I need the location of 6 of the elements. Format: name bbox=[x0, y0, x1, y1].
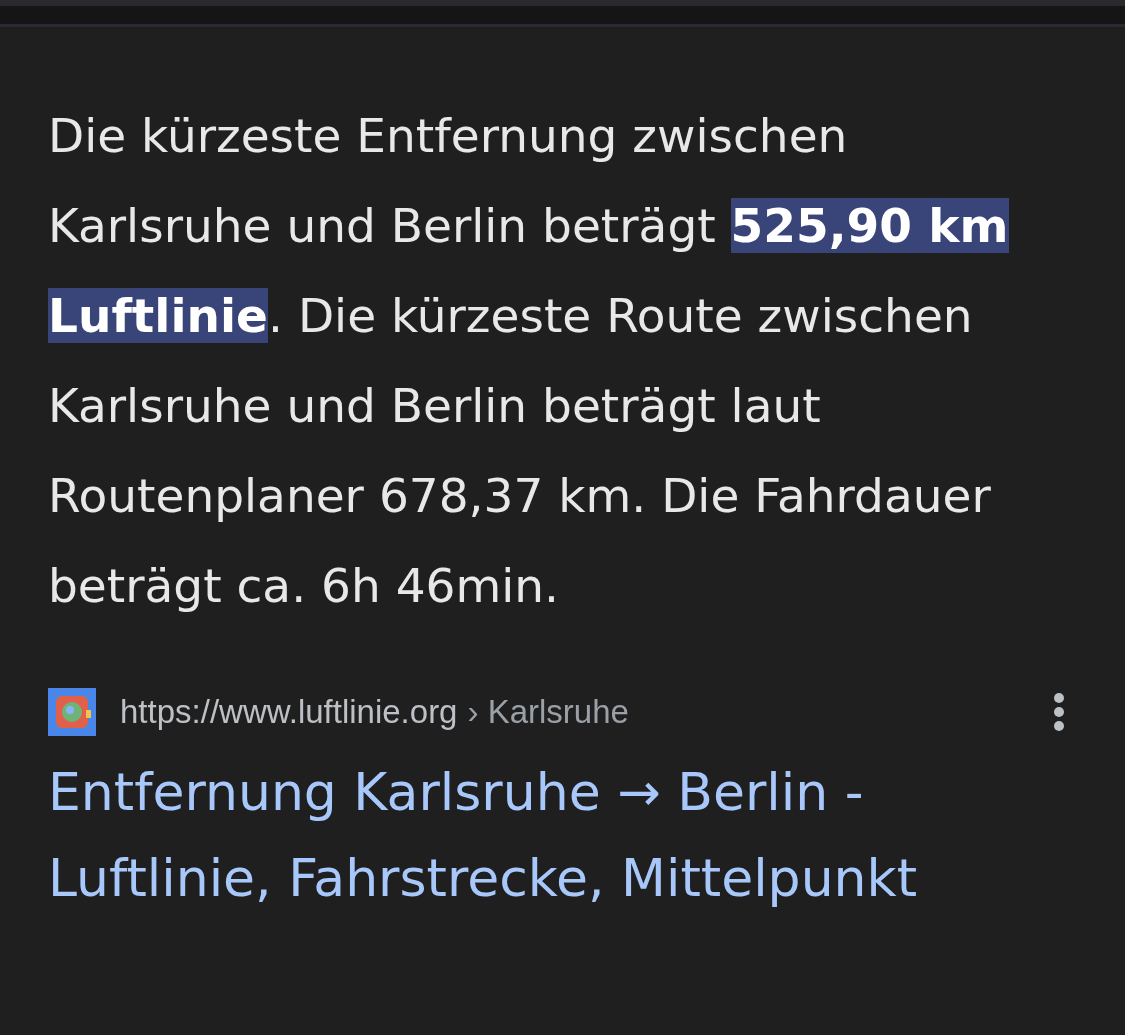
breadcrumb: › Karlsruhe bbox=[467, 692, 629, 733]
more-options-icon[interactable] bbox=[1053, 692, 1065, 732]
site-url[interactable]: https://www.luftlinie.org bbox=[120, 687, 458, 737]
result-title-link[interactable]: Entfernung Karlsruhe → Berlin - Luftlinie, Fahrstrecke, Mittelpunkt bbox=[48, 749, 1078, 921]
answer-snippet: Die kürzeste Entfernung zwischen Karlsruhe und Berlin beträgt 525,90 km Luftlinie. Die kürzeste Route zwischen Karlsruhe und Berlin beträgt laut Routenplaner 678,37 km. Die Fahrdauer beträgt ca. 6h 46min. bbox=[48, 107, 1010, 615]
globe-icon bbox=[48, 688, 96, 736]
